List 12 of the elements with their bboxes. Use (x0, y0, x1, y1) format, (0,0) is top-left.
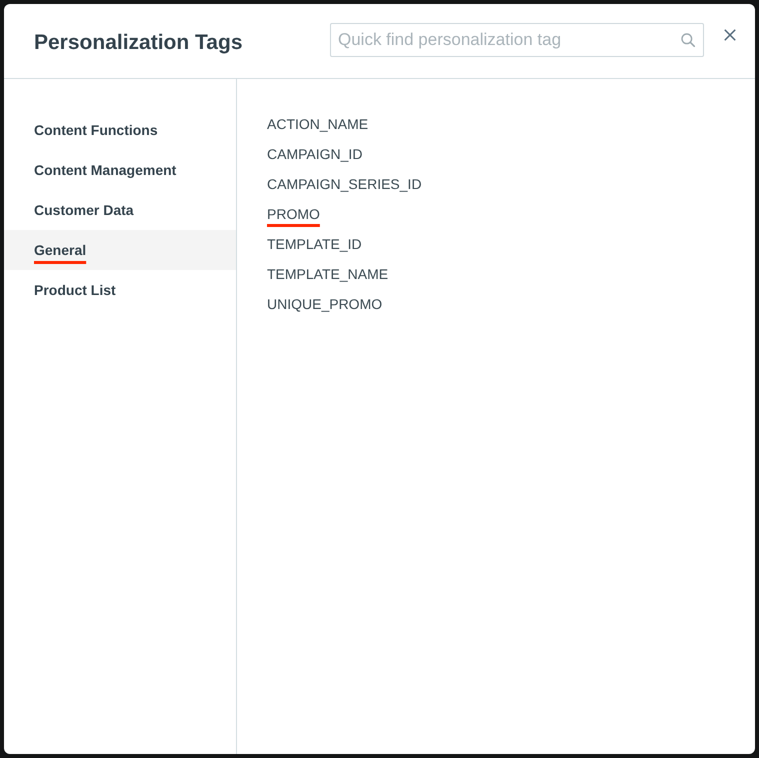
tag-item[interactable]: PROMO (267, 199, 320, 229)
category-item[interactable]: General (4, 230, 236, 270)
tag-item[interactable]: CAMPAIGN_ID (267, 139, 362, 169)
tag-item[interactable]: ACTION_NAME (267, 109, 368, 139)
search-icon (681, 33, 695, 47)
tag-item[interactable]: UNIQUE_PROMO (267, 289, 382, 319)
tag-item[interactable]: TEMPLATE_ID (267, 229, 362, 259)
tag-item[interactable]: CAMPAIGN_SERIES_ID (267, 169, 422, 199)
tag-item[interactable]: TEMPLATE_NAME (267, 259, 388, 289)
search-field[interactable]: Quick find personalization tag (330, 23, 704, 57)
dialog-title: Personalization Tags (34, 31, 242, 55)
close-icon (724, 29, 736, 41)
